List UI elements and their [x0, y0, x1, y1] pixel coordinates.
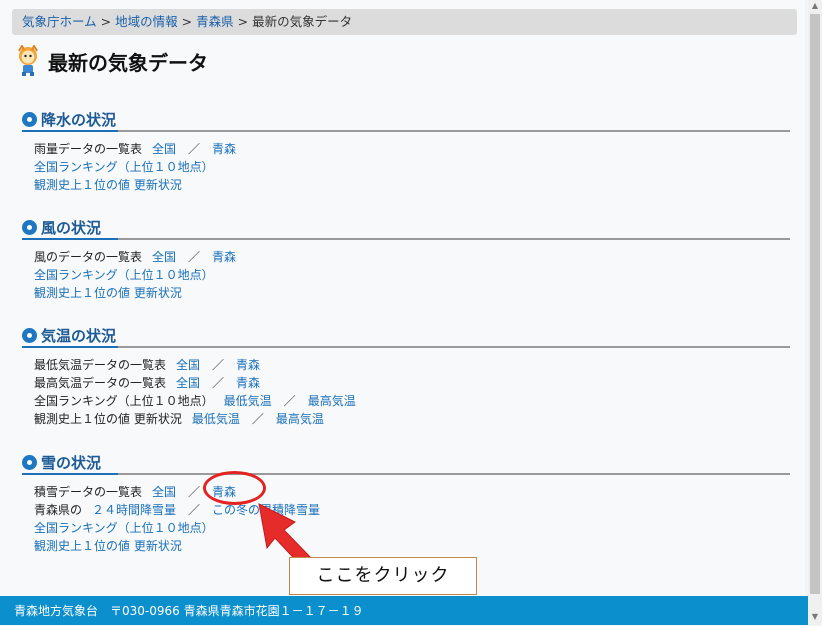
list-item: 積雪データの一覧表 全国／青森: [34, 483, 790, 501]
bullet-icon: [22, 219, 37, 235]
link-aomori[interactable]: 青森: [236, 376, 260, 390]
row-label: 青森県の: [34, 503, 83, 517]
section-title: 気温の状況: [41, 326, 117, 345]
mascot-icon: [18, 45, 38, 76]
row-label: 観測史上１位の値 更新状況: [34, 412, 182, 426]
link-ranking[interactable]: 全国ランキング（上位１０地点）: [34, 268, 214, 282]
row-label: 最低気温データの一覧表: [34, 358, 167, 372]
list-item: 全国ランキング（上位１０地点） 最低気温 ／ 最高気温: [34, 392, 790, 410]
link-aomori[interactable]: 青森: [212, 142, 236, 156]
separator: ／: [283, 394, 296, 408]
separator: ／: [188, 503, 201, 517]
section-header: 雪の状況: [22, 451, 790, 475]
scrollbar[interactable]: ▲ ▼: [808, 0, 822, 625]
row-label: 最高気温データの一覧表: [34, 376, 167, 390]
section-header: 風の状況: [22, 216, 790, 240]
list-item: 青森県の２４時間降雪量／この冬の累積降雪量: [34, 501, 790, 519]
link-min-temp[interactable]: 最低気温: [224, 394, 272, 408]
link-aomori[interactable]: 青森: [236, 358, 260, 372]
separator: ／: [188, 250, 201, 264]
separator: ／: [212, 358, 225, 372]
list-item: 観測史上１位の値 更新状況 最低気温 ／ 最高気温: [34, 410, 790, 428]
row-label: 雨量データの一覧表: [34, 142, 143, 156]
row-label: 風のデータの一覧表: [34, 250, 143, 264]
row-label: 全国ランキング（上位１０地点）: [34, 394, 214, 408]
breadcrumb-home-link[interactable]: 気象庁ホーム: [22, 14, 97, 29]
callout-label: ここをクリック: [289, 557, 477, 595]
list-item: 最低気温データの一覧表 全国 ／ 青森: [34, 356, 790, 374]
section-precipitation: 降水の状況 雨量データの一覧表 全国 ／ 青森 全国ランキング（上位１０地点） 観測史…: [22, 108, 790, 194]
link-record-update[interactable]: 観測史上１位の値 更新状況: [34, 178, 182, 192]
section-header: 降水の状況: [22, 108, 790, 132]
breadcrumb-separator: >: [237, 14, 249, 29]
link-record-update[interactable]: 観測史上１位の値 更新状況: [34, 286, 182, 300]
page: 気象庁ホーム > 地域の情報 > 青森県 > 最新の気象データ 最新の気象データ 降水の状況…: [0, 0, 810, 625]
bullet-icon: [22, 327, 37, 343]
section-wind: 風の状況 風のデータの一覧表 全国 ／ 青森 全国ランキング（上位１０地点） 観測史上…: [22, 216, 790, 302]
separator: ／: [251, 412, 264, 426]
breadcrumb-separator: >: [100, 14, 112, 29]
section-snow: 雪の状況 積雪データの一覧表全国／青森 青森県の２４時間降雪量／この冬の累積降雪…: [22, 451, 790, 555]
section-title: 雪の状況: [41, 453, 102, 472]
section-title: 風の状況: [41, 218, 102, 237]
scroll-thumb[interactable]: [810, 14, 820, 594]
link-aomori[interactable]: 青森: [212, 250, 236, 264]
breadcrumb-region-link[interactable]: 地域の情報: [115, 14, 178, 29]
breadcrumb-current: 最新の気象データ: [252, 14, 353, 29]
page-title: 最新の気象データ: [48, 50, 208, 75]
link-national[interactable]: 全国: [176, 376, 200, 390]
link-national[interactable]: 全国: [176, 358, 200, 372]
separator: ／: [212, 376, 225, 390]
link-min-temp[interactable]: 最低気温: [192, 412, 240, 426]
breadcrumb-aomori-link[interactable]: 青森県: [196, 14, 234, 29]
footer: 青森地方気象台 〒030-0966 青森県青森市花園１－１７－１９: [0, 596, 810, 625]
link-national[interactable]: 全国: [152, 142, 176, 156]
separator: ／: [188, 485, 201, 499]
bullet-icon: [22, 454, 37, 470]
breadcrumb-separator: >: [181, 14, 193, 29]
link-ranking[interactable]: 全国ランキング（上位１０地点）: [34, 521, 214, 535]
scroll-down-icon[interactable]: ▼: [808, 611, 822, 623]
section-temperature: 気温の状況 最低気温データの一覧表 全国／青森 最高気温データの一覧表 全国／青森 …: [22, 324, 790, 428]
scroll-up-icon[interactable]: ▲: [808, 0, 822, 12]
section-header: 気温の状況: [22, 324, 790, 348]
separator: ／: [188, 142, 201, 156]
link-max-temp[interactable]: 最高気温: [308, 394, 356, 408]
link-national[interactable]: 全国: [152, 250, 176, 264]
list-item: 風のデータの一覧表 全国 ／ 青森: [34, 248, 790, 266]
row-label: 積雪データの一覧表: [34, 485, 143, 499]
bullet-icon: [22, 111, 37, 127]
link-max-temp[interactable]: 最高気温: [276, 412, 324, 426]
list-item: 雨量データの一覧表 全国 ／ 青森: [34, 140, 790, 158]
section-title: 降水の状況: [41, 110, 117, 129]
list-item: 最高気温データの一覧表 全国 ／ 青森: [34, 374, 790, 392]
link-24h-snowfall[interactable]: ２４時間降雪量: [92, 503, 176, 517]
page-header: 最新の気象データ: [14, 44, 208, 78]
link-ranking[interactable]: 全国ランキング（上位１０地点）: [34, 160, 214, 174]
link-record-update[interactable]: 観測史上１位の値 更新状況: [34, 539, 182, 553]
link-national[interactable]: 全国: [152, 485, 176, 499]
breadcrumb: 気象庁ホーム > 地域の情報 > 青森県 > 最新の気象データ: [12, 9, 797, 35]
